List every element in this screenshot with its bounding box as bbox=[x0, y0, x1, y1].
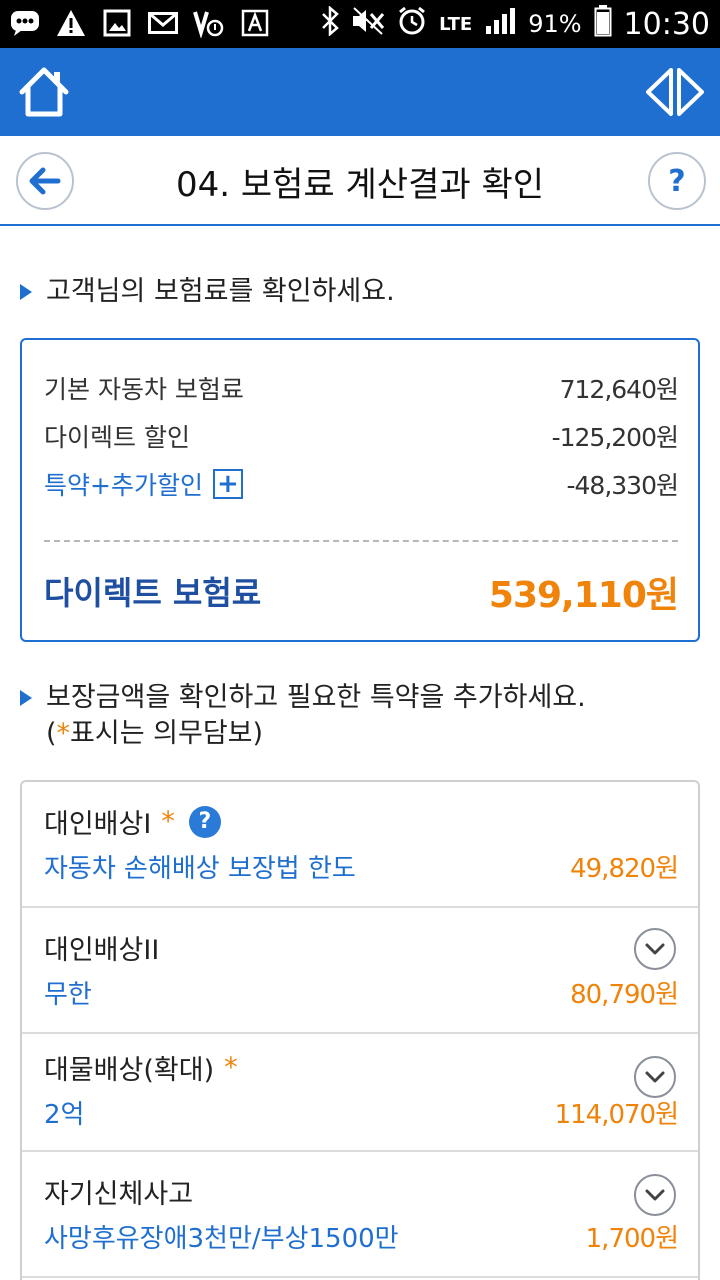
status-bar: LTE 91% 10:30 bbox=[0, 0, 720, 48]
premium-section-heading: 고객님의 보험료를 확인하세요. bbox=[20, 274, 710, 310]
battery-icon bbox=[594, 4, 612, 44]
coverage-item-property-damage[interactable]: 대물배상(확대) * 2억 114,070원 bbox=[22, 1034, 698, 1152]
home-icon[interactable] bbox=[14, 62, 74, 122]
triangle-bullet-icon bbox=[20, 690, 32, 706]
coverage-item-personal-injury[interactable]: 자기신체사고 사망후유장애3천만/부상1500만 1,700원 bbox=[22, 1152, 698, 1278]
chat-icon bbox=[8, 6, 42, 40]
premium-row-special-discount: 특약+추가할인 + -48,330원 bbox=[44, 469, 679, 500]
total-premium-label: 다이렉트 보험료 bbox=[44, 574, 262, 612]
premium-summary-box: 기본 자동차 보험료 712,640원 다이렉트 할인 -125,200원 특약… bbox=[20, 338, 700, 642]
triangle-bullet-icon bbox=[20, 284, 32, 300]
signal-icon bbox=[484, 6, 516, 43]
premium-row-direct-discount: 다이렉트 할인 -125,200원 bbox=[44, 423, 679, 452]
title-bar: 04. 보험료 계산결과 확인 ? bbox=[0, 136, 720, 226]
question-icon[interactable]: ? bbox=[188, 805, 221, 838]
divider bbox=[44, 540, 678, 542]
premium-row-base: 기본 자동차 보험료 712,640원 bbox=[44, 375, 679, 404]
app-header bbox=[0, 48, 720, 136]
mail-icon bbox=[146, 6, 180, 40]
warning-icon bbox=[54, 6, 88, 40]
image-icon bbox=[100, 6, 134, 40]
alarm-icon bbox=[397, 6, 427, 43]
voicemail-icon bbox=[192, 6, 226, 40]
back-button[interactable] bbox=[16, 152, 74, 210]
total-premium-value: 539,110원 bbox=[488, 575, 679, 616]
bluetooth-icon bbox=[321, 4, 339, 43]
coverage-section-heading: 보장금액을 확인하고 필요한 특약을 추가하세요. (*표시는 의무담보) bbox=[20, 680, 710, 752]
battery-percent: 91% bbox=[528, 10, 582, 38]
coverage-item-bodily-injury-1[interactable]: 대인배상I * ? 자동차 손해배상 보장법 한도 49,820원 bbox=[22, 782, 698, 908]
a-icon bbox=[238, 6, 272, 40]
clock: 10:30 bbox=[623, 6, 710, 42]
coverage-list: 대인배상I * ? 자동차 손해배상 보장법 한도 49,820원 대인배상II… bbox=[20, 780, 700, 1280]
page-title: 04. 보험료 계산결과 확인 bbox=[175, 164, 544, 205]
swap-nav-icon[interactable] bbox=[644, 64, 706, 120]
chevron-down-icon[interactable] bbox=[634, 928, 676, 970]
coverage-item-bodily-injury-2[interactable]: 대인배상II 무한 80,790원 bbox=[22, 908, 698, 1034]
lte-label: LTE bbox=[439, 13, 473, 35]
help-button[interactable]: ? bbox=[648, 152, 706, 210]
arrow-left-icon bbox=[29, 167, 61, 195]
mute-icon bbox=[351, 6, 385, 43]
chevron-down-icon[interactable] bbox=[634, 1056, 676, 1098]
expand-plus-button[interactable]: + bbox=[212, 469, 243, 499]
chevron-down-icon[interactable] bbox=[634, 1174, 676, 1216]
